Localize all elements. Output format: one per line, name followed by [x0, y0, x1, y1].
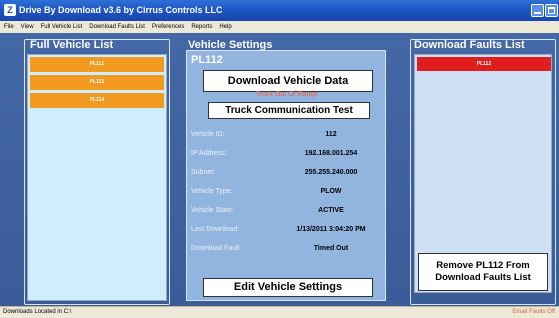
full-vehicle-list-title: Full Vehicle List	[30, 39, 114, 51]
full-vehicle-list[interactable]: PL112 PL113 PL114	[27, 54, 167, 301]
vehicle-list-item[interactable]: PL112	[30, 57, 164, 72]
subnet-value: 255.255.240.000	[304, 169, 358, 176]
window-title: Drive By Download v3.6 by Cirrus Control…	[19, 5, 223, 15]
ip-address-label: IP Address:	[191, 150, 227, 157]
download-faults-list-title: Download Faults List	[414, 39, 525, 51]
remove-button-line-2: Download Faults List	[435, 272, 531, 283]
download-fault-label: Download Fault:	[191, 245, 242, 252]
vehicle-settings-panel: PL112 Download Vehicle Data Truck Out Of…	[186, 50, 386, 301]
vehicle-state-label: Vehicle State:	[191, 207, 234, 214]
menu-full-vehicle-list[interactable]: Full Vehicle List	[41, 24, 83, 30]
status-bar: Downloads Located in C:\ Email Faults Of…	[0, 306, 559, 318]
menu-bar: File View Full Vehicle List Download Fau…	[0, 21, 559, 33]
main-area: Full Vehicle List PL112 PL113 PL114 Vehi…	[0, 33, 559, 306]
range-status: Truck Out Of Range	[255, 91, 319, 98]
menu-download-faults-list[interactable]: Download Faults List	[89, 24, 145, 30]
remove-from-faults-list-button[interactable]: Remove PL112 From Download Faults List	[418, 253, 548, 291]
menu-help[interactable]: Help	[219, 24, 231, 30]
app-icon: Z	[4, 4, 16, 16]
vehicle-list-item[interactable]: PL113	[30, 75, 164, 90]
title-bar: Z Drive By Download v3.6 by Cirrus Contr…	[0, 0, 559, 21]
vehicle-state-value: ACTIVE	[318, 207, 344, 214]
edit-vehicle-settings-button[interactable]: Edit Vehicle Settings	[203, 278, 373, 297]
menu-view[interactable]: View	[21, 24, 34, 30]
subnet-label: Subnet:	[191, 169, 216, 176]
minimize-button[interactable]	[531, 4, 544, 17]
last-download-value: 1/13/2011 3:04:20 PM	[296, 226, 366, 233]
download-fault-value: Timed Out	[313, 245, 349, 252]
vehicle-type-value: PLOW	[320, 188, 342, 195]
vehicle-id-label: Vehicle ID:	[191, 131, 225, 138]
vehicle-type-label: Vehicle Type:	[191, 188, 233, 195]
minimize-icon	[534, 12, 541, 14]
maximize-icon	[548, 7, 555, 14]
fault-list-item[interactable]: PL112	[417, 57, 551, 71]
downloads-location-status: Downloads Located in C:\	[3, 309, 72, 315]
selected-vehicle-name: PL112	[191, 54, 223, 66]
vehicle-id-value: 112	[325, 131, 337, 138]
vehicle-list-item[interactable]: PL114	[30, 93, 164, 108]
truck-communication-test-button[interactable]: Truck Communication Test	[208, 102, 370, 119]
menu-preferences[interactable]: Preferences	[152, 24, 184, 30]
maximize-button[interactable]	[545, 4, 558, 17]
email-faults-status: Email Faults Off	[512, 309, 555, 315]
remove-button-line-1: Remove PL112 From	[436, 260, 530, 271]
menu-reports[interactable]: Reports	[191, 24, 212, 30]
last-download-label: Last Download:	[191, 226, 240, 233]
menu-file[interactable]: File	[4, 24, 14, 30]
ip-address-value: 192.168.001.254	[304, 150, 358, 157]
download-vehicle-data-button[interactable]: Download Vehicle Data	[203, 70, 373, 92]
